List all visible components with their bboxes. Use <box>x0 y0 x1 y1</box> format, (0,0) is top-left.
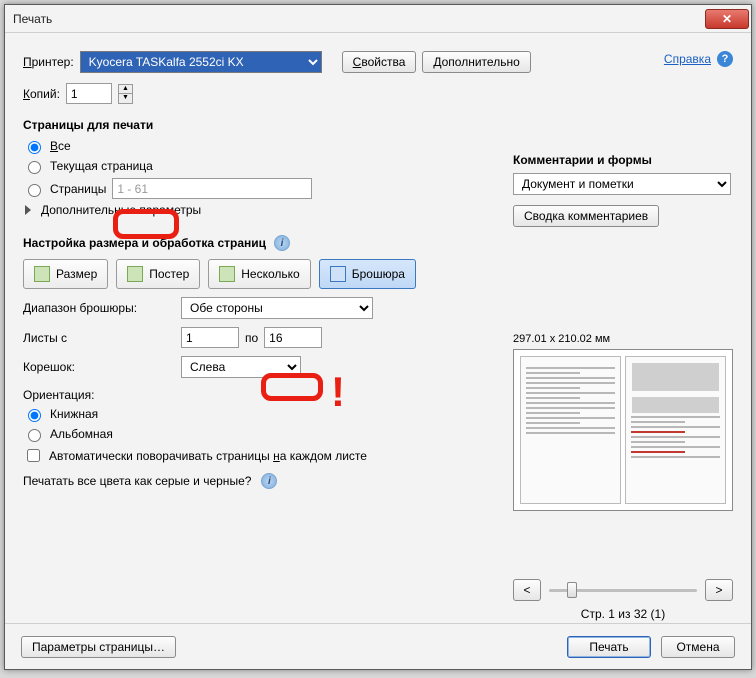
sizing-section-title: Настройка размера и обработка страниц <box>23 236 266 250</box>
sheets-from-input[interactable] <box>181 327 239 348</box>
advanced-button[interactable]: Дополнительно <box>422 51 530 73</box>
sheets-to-input[interactable] <box>264 327 322 348</box>
print-dialog: Печать ✕ Справка ? Принтер: Kyocera TASK… <box>4 4 752 670</box>
preview-slider[interactable] <box>549 579 697 601</box>
help-icon[interactable]: ? <box>717 51 733 67</box>
page-setup-button[interactable]: Параметры страницы… <box>21 636 176 658</box>
close-button[interactable]: ✕ <box>705 9 749 29</box>
pages-range-label: Страницы <box>50 182 106 196</box>
spin-up-icon[interactable]: ▲ <box>118 84 133 94</box>
preview-prev-button[interactable]: < <box>513 579 541 601</box>
comments-section-title: Комментарии и формы <box>513 153 733 167</box>
slider-thumb-icon[interactable] <box>567 582 577 598</box>
pages-section-title: Страницы для печати <box>23 118 493 132</box>
copies-label: Копий: <box>23 87 60 101</box>
orientation-title: Ориентация: <box>23 388 493 402</box>
landscape-label: Альбомная <box>50 427 113 441</box>
preview-page-counter: Стр. 1 из 32 (1) <box>513 607 733 621</box>
help-link[interactable]: Справка <box>664 52 711 66</box>
chevron-right-icon: > <box>715 583 722 597</box>
printer-label: Принтер: <box>23 55 74 69</box>
sheets-to-label: по <box>245 331 258 345</box>
summarize-comments-button[interactable]: Сводка комментариев <box>513 205 659 227</box>
info-icon[interactable]: i <box>274 235 290 251</box>
printer-select[interactable]: Kyocera TASKalfa 2552ci KX <box>80 51 322 73</box>
pages-current-radio[interactable] <box>28 161 41 174</box>
spin-down-icon[interactable]: ▼ <box>118 94 133 104</box>
comments-select[interactable]: Документ и пометки <box>513 173 731 195</box>
booklet-icon <box>330 266 346 282</box>
cancel-button[interactable]: Отмена <box>661 636 735 658</box>
obscured-text <box>56 12 163 26</box>
chevron-right-icon[interactable] <box>25 205 31 215</box>
chevron-left-icon: < <box>523 583 530 597</box>
poster-mode-button[interactable]: Постер <box>116 259 200 289</box>
print-button[interactable]: Печать <box>567 636 651 658</box>
properties-button[interactable]: Свойства <box>342 51 417 73</box>
copies-input[interactable] <box>66 83 112 104</box>
booklet-subset-select[interactable]: Обе стороны <box>181 297 373 319</box>
pages-all-radio[interactable] <box>28 141 41 154</box>
window-title: Печать <box>13 12 52 26</box>
pages-current-label: Текущая страница <box>50 159 153 173</box>
preview-next-button[interactable]: > <box>705 579 733 601</box>
landscape-radio[interactable] <box>28 429 41 442</box>
size-icon <box>34 266 50 282</box>
info-icon[interactable]: i <box>261 473 277 489</box>
multiple-mode-button[interactable]: Несколько <box>208 259 310 289</box>
binding-label: Корешок: <box>23 360 175 374</box>
auto-rotate-label: Автоматически поворачивать страницы на к… <box>49 449 367 463</box>
sheets-from-label: Листы с <box>23 331 175 345</box>
pages-all-label: Все <box>50 139 71 153</box>
preview-page-right <box>625 356 726 504</box>
pages-range-input[interactable] <box>112 178 312 199</box>
pages-range-radio[interactable] <box>28 184 41 197</box>
portrait-label: Книжная <box>50 407 98 421</box>
booklet-subset-label: Диапазон брошюры: <box>23 301 175 315</box>
grayscale-label: Печатать все цвета как серые и черные? <box>23 474 251 488</box>
booklet-mode-button[interactable]: Брошюра <box>319 259 416 289</box>
preview-page-left <box>520 356 621 504</box>
poster-icon <box>127 266 143 282</box>
more-options-toggle[interactable]: Дополнительные параметры <box>41 203 201 217</box>
size-mode-button[interactable]: Размер <box>23 259 108 289</box>
preview-area <box>513 349 733 511</box>
titlebar: Печать ✕ <box>5 5 751 33</box>
preview-dimensions: 297.01 x 210.02 мм <box>513 333 733 345</box>
multiple-icon <box>219 266 235 282</box>
binding-select[interactable]: Слева <box>181 356 301 378</box>
auto-rotate-checkbox[interactable] <box>27 449 40 462</box>
close-icon: ✕ <box>722 12 732 26</box>
portrait-radio[interactable] <box>28 409 41 422</box>
